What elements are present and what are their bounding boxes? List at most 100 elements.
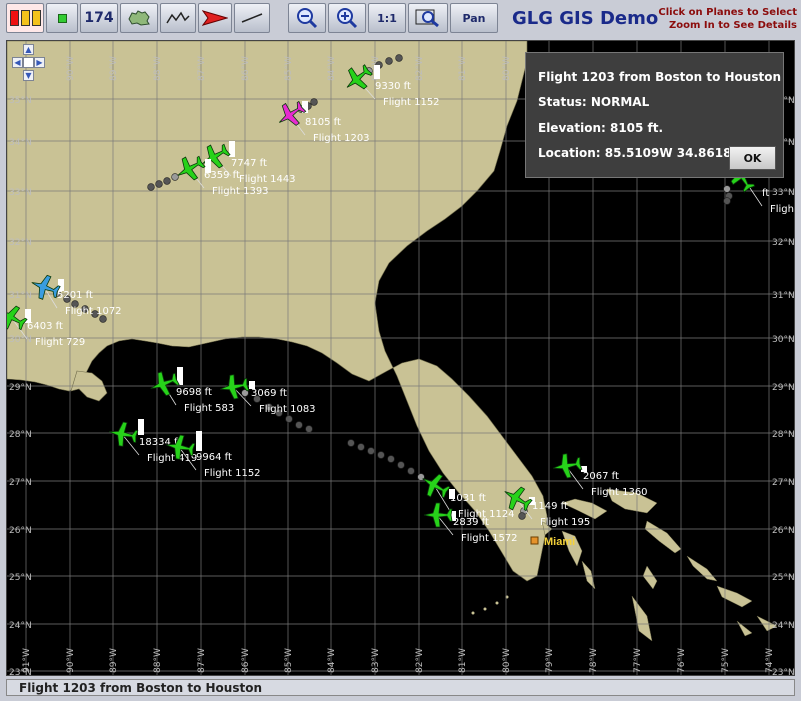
city-marker-icon (530, 536, 539, 545)
longitude-label: 85°W (284, 648, 294, 673)
longitude-label: 88°W (153, 648, 163, 673)
longitude-label: 76°W (677, 648, 687, 673)
altitude-label: 5201 ft (57, 290, 93, 301)
zoom-out-icon (297, 8, 318, 29)
trail-dot (155, 180, 163, 188)
altitude-label: 8105 ft (305, 117, 341, 128)
latitude-label-right: 25°N (772, 573, 795, 583)
flight-label: Flight 1152 (383, 97, 440, 108)
altitude-label: 6403 ft (27, 321, 63, 332)
zoom-reset-label: 1:1 (377, 11, 397, 25)
pan-up-arrow-icon[interactable]: ▲ (23, 44, 34, 55)
longitude-label: 87°W (197, 648, 207, 673)
palette-icon (9, 10, 41, 26)
pan-left-arrow-icon[interactable]: ◀ (12, 57, 23, 68)
latitude-label-right: 24°N (772, 621, 795, 631)
longitude-label: 86°W (241, 648, 251, 673)
measure-button[interactable] (234, 3, 270, 33)
latitude-label: 27°N (9, 478, 32, 488)
zoom-reset-button[interactable]: 1:1 (368, 3, 406, 33)
longitude-label-top: 87°W (197, 56, 207, 81)
flight-label: Flight 1443 (239, 174, 296, 185)
flight-label: Flight 1360 (591, 487, 648, 498)
latitude-label-right: 32°N (772, 238, 795, 248)
zoom-out-button[interactable] (288, 3, 326, 33)
altitude-label: 2839 ft (453, 517, 489, 528)
plane-icon-button[interactable] (198, 3, 232, 33)
line-tool-icon (241, 13, 263, 23)
country-outline-icon (128, 10, 150, 26)
trail-dot (305, 425, 313, 433)
latitude-label: 32°N (9, 238, 32, 248)
latitude-label: 25°N (9, 573, 32, 583)
latitude-label: 34°N (9, 138, 32, 148)
popup-ok-button[interactable]: OK (729, 146, 776, 170)
trail-dot (295, 421, 303, 429)
status-bar: Flight 1203 from Boston to Houston (6, 679, 795, 696)
latitude-label: 33°N (9, 188, 32, 198)
trail-dot (397, 461, 405, 469)
zigzag-line-icon (166, 11, 190, 24)
trail-dot (395, 54, 403, 62)
latitude-label-right: 23°N (772, 668, 795, 676)
pan-right-arrow-icon[interactable]: ▶ (34, 57, 45, 68)
flight-label: Flight 1572 (461, 533, 518, 544)
latitude-label: 35°N (9, 96, 32, 106)
longitude-label: 77°W (633, 648, 643, 673)
plane-count-label: 174 (84, 10, 114, 26)
latitude-label-right: 33°N (772, 188, 795, 198)
trail-dot (377, 451, 385, 459)
altitude-bar (374, 65, 380, 79)
longitude-label-top: 80°W (502, 56, 512, 81)
pan-center-icon[interactable] (23, 57, 34, 68)
latitude-label: 30°N (9, 335, 32, 345)
trail-dot (147, 183, 155, 191)
plane-count-button[interactable]: 174 (80, 3, 118, 33)
popup-status: Status: NORMAL (538, 95, 650, 109)
pan-button[interactable]: Pan (450, 3, 498, 33)
zoom-in-button[interactable] (328, 3, 366, 33)
longitude-label: 82°W (415, 648, 425, 673)
pan-navigator: ▲ ◀ ▶ ▼ (12, 44, 46, 84)
latitude-label-right: 26°N (772, 526, 795, 536)
latitude-label-right: 30°N (772, 335, 795, 345)
map-outline-button[interactable] (120, 3, 158, 33)
flight-label: Flight 195 (540, 517, 590, 528)
color-scheme-button[interactable] (6, 3, 44, 33)
latitude-label: 26°N (9, 526, 32, 536)
flight-label: Flight 1083 (259, 404, 316, 415)
altitude-label: 1149 ft (532, 501, 568, 512)
trail-dot (723, 197, 731, 205)
status-text: Flight 1203 from Boston to Houston (19, 681, 262, 695)
longitude-label: 78°W (589, 648, 599, 673)
longitude-label: 81°W (458, 648, 468, 673)
flight-details-popup: Flight 1203 from Boston to Houston Statu… (525, 52, 784, 178)
altitude-label: ft (762, 188, 769, 199)
flight-label: Flight 1152 (204, 468, 261, 479)
altitude-label: 6359 ft (204, 170, 240, 181)
zoom-to-box-button[interactable] (408, 3, 448, 33)
flight-label: Flight (770, 204, 795, 215)
hint-text: Click on Planes to Select Zoom In to See… (652, 6, 797, 32)
altitude-label: 3069 ft (251, 388, 287, 399)
app-title: GLG GIS Demo (512, 8, 659, 29)
trail-dot (357, 443, 365, 451)
trail-dot (518, 512, 526, 520)
latitude-label-right: 27°N (772, 478, 795, 488)
toggle-icons-button[interactable] (46, 3, 78, 33)
pan-label: Pan (462, 11, 486, 25)
latitude-label-right: 28°N (772, 430, 795, 440)
trail-dot (367, 447, 375, 455)
latitude-label-right: 31°N (772, 291, 795, 301)
longitude-label-top: 81°W (458, 56, 468, 81)
city-label: Miami (544, 536, 575, 548)
zoom-box-icon (415, 9, 439, 28)
flight-label: Flight 583 (184, 403, 234, 414)
longitude-label: 74°W (765, 648, 775, 673)
trajectory-button[interactable] (160, 3, 196, 33)
longitude-label: 80°W (502, 648, 512, 673)
pan-down-arrow-icon[interactable]: ▼ (23, 70, 34, 81)
longitude-label: 75°W (721, 648, 731, 673)
longitude-label: 90°W (66, 648, 76, 673)
trail-dot (285, 415, 293, 423)
